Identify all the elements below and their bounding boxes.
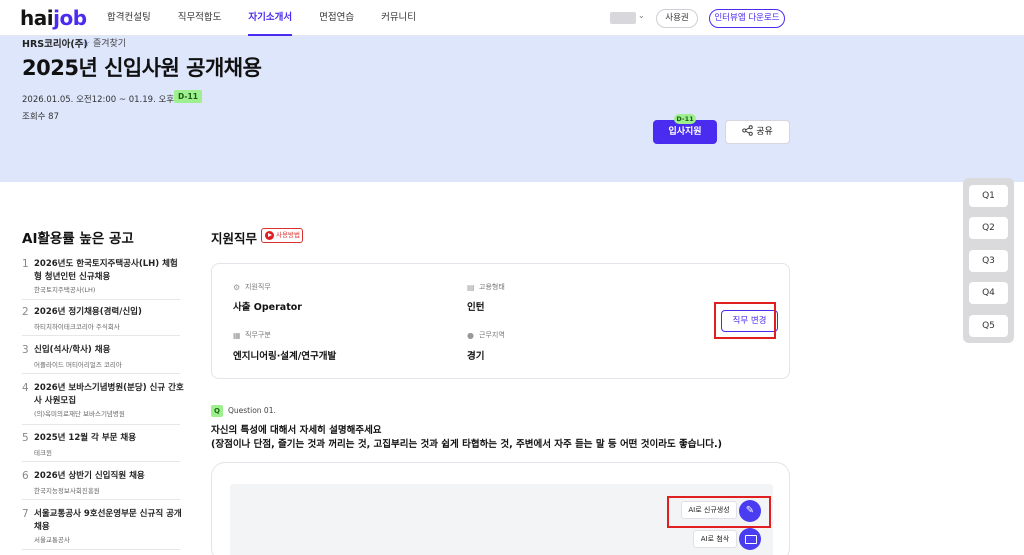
- question-badge: Q: [211, 405, 223, 417]
- list-item-company: 어플라이드 머티어리얼즈 코리아: [34, 361, 122, 369]
- list-item[interactable]: 2 2026년 정기채용(경력/신입) 하티치하이테크코리아 주식회사: [22, 306, 180, 336]
- list-item-number: 5: [22, 432, 29, 444]
- logo-text-accent: job: [53, 6, 87, 30]
- list-item-number: 1: [22, 258, 29, 270]
- list-item[interactable]: 7 서울교통공사 9호선운영부문 신규직 공개채용 서울교통공사: [22, 508, 182, 550]
- highlight-box-change-job: [714, 302, 776, 339]
- dday-badge: D-11: [174, 90, 202, 103]
- main-nav: 합격컨설팅 직무적합도 자기소개서 면접연습 커뮤니티: [107, 0, 443, 36]
- job-posting-hero: HRS코리아(주) ☆ 즐겨찾기 2025년 신입사원 공개채용 2026.01…: [0, 36, 1024, 182]
- employment-type-value: 인턴: [467, 302, 485, 313]
- share-button[interactable]: 공유: [725, 120, 790, 144]
- page-title: 2025년 신입사원 공개채용: [22, 56, 262, 80]
- list-item[interactable]: 3 신입(석사/학사) 채용 어플라이드 머티어리얼즈 코리아: [22, 344, 180, 374]
- company-name[interactable]: HRS코리아(주): [22, 36, 88, 50]
- nav-item-job-fit[interactable]: 직무적합도: [178, 0, 222, 36]
- list-item-number: 3: [22, 344, 29, 356]
- how-to-use-label: 사용방법: [276, 231, 300, 239]
- list-item-title: 서울교통공사 9호선운영부문 신규직 공개채용: [34, 509, 182, 532]
- question-line-2: (장점이나 단점, 즐기는 것과 꺼리는 것, 고집부리는 것과 쉽게 타협하는…: [211, 439, 722, 450]
- list-item-title: 2026년도 한국토지주택공사(LH) 체험형 청년인턴 신규채용: [34, 259, 178, 282]
- list-item[interactable]: 6 2026년 상반기 신입직원 채용 한국지능정보사회진흥원: [22, 470, 180, 500]
- nav-item-interview[interactable]: 면접연습: [319, 0, 354, 36]
- location-value: 경기: [467, 351, 485, 362]
- list-item-title: 신입(석사/학사) 채용: [34, 345, 111, 355]
- question-number: Question 01.: [228, 406, 276, 415]
- review-icon[interactable]: [739, 528, 761, 550]
- question-nav-q3[interactable]: Q3: [969, 250, 1008, 272]
- top-navigation-bar: haijob 합격컨설팅 직무적합도 자기소개서 면접연습 커뮤니티 ⌄ 사용권…: [0, 0, 1024, 36]
- employment-type-label: ▤ 고용형태: [467, 283, 505, 292]
- view-count: 조회수 87: [22, 112, 59, 122]
- question-line-1: 자신의 특성에 대해서 자세히 설명해주세요: [211, 425, 382, 436]
- ticket-button[interactable]: 사용권: [656, 9, 698, 28]
- document-icon: ▤: [467, 283, 475, 292]
- list-item[interactable]: 1 2026년도 한국토지주택공사(LH) 체험형 청년인턴 신규채용 한국토지…: [22, 258, 180, 300]
- user-avatar[interactable]: [610, 12, 636, 24]
- list-item-title: 2026년 보바스기념병원(분당) 신규 간호사 사원모집: [34, 383, 184, 406]
- question-nav-q4[interactable]: Q4: [969, 282, 1008, 304]
- list-item-company: 테크윈: [34, 449, 52, 457]
- list-item-company: (의)옥미의료재단 보바스기념병원: [34, 410, 125, 418]
- job-category-label: ▦ 직무구분: [233, 331, 271, 340]
- location-label: ● 근무지역: [467, 331, 505, 340]
- how-to-use-button[interactable]: 사용방법: [261, 228, 303, 243]
- ai-review-label[interactable]: AI로 첨삭: [693, 530, 737, 548]
- list-item-company: 하티치하이테크코리아 주식회사: [34, 323, 120, 331]
- list-item-number: 6: [22, 470, 29, 482]
- question-text: 자신의 특성에 대해서 자세히 설명해주세요 (장점이나 단점, 즐기는 것과 …: [211, 424, 811, 452]
- list-item-company: 한국지능정보사회진흥원: [34, 487, 100, 495]
- application-period: 2026.01.05. 오전12:00 ~ 01.19. 오후11:59: [22, 95, 199, 105]
- chevron-down-icon[interactable]: ⌄: [638, 11, 645, 20]
- list-item-title: 2026년 상반기 신입직원 채용: [34, 471, 145, 481]
- list-item-number: 4: [22, 382, 29, 394]
- nav-item-consulting[interactable]: 합격컨설팅: [107, 0, 151, 36]
- favorite-label: 즐겨찾기: [92, 39, 127, 49]
- list-item-number: 2: [22, 306, 29, 318]
- list-item[interactable]: 5 2025년 12월 각 부문 채용 테크윈: [22, 432, 180, 462]
- list-item-title: 2025년 12월 각 부문 채용: [34, 433, 137, 443]
- section-title: 지원직무: [211, 231, 258, 246]
- highlight-box-ai-generate: [667, 496, 771, 528]
- list-item-title: 2026년 정기채용(경력/신입): [34, 307, 142, 317]
- list-item-company: 한국토지주택공사(LH): [34, 286, 96, 294]
- list-item[interactable]: 4 2026년 보바스기념병원(분당) 신규 간호사 사원모집 (의)옥미의료재…: [22, 382, 184, 425]
- job-role-value: 사출 Operator: [233, 302, 302, 313]
- app-download-button[interactable]: 인터뷰앱 다운로드: [709, 9, 785, 28]
- star-icon: ☆: [82, 39, 91, 49]
- list-item-company: 서울교통공사: [34, 536, 70, 544]
- nav-item-community[interactable]: 커뮤니티: [381, 0, 416, 36]
- location-pin-icon: ●: [467, 331, 474, 340]
- question-nav-q5[interactable]: Q5: [969, 315, 1008, 337]
- list-item-number: 7: [22, 508, 29, 520]
- logo-text-main: hai: [20, 6, 54, 30]
- share-icon: [742, 125, 753, 136]
- job-info-card: ⚙ 지원직무 사출 Operator ▤ 고용형태 인턴 ▦ 직무구분 엔지니어링·설…: [211, 263, 790, 379]
- share-label: 공유: [756, 127, 773, 137]
- building-icon: ▦: [233, 331, 241, 340]
- apply-dday-badge: D-11: [674, 114, 696, 124]
- question-nav-q1[interactable]: Q1: [969, 185, 1008, 207]
- gear-icon: ⚙: [233, 283, 241, 292]
- question-nav-q2[interactable]: Q2: [969, 217, 1008, 239]
- favorite-button[interactable]: ☆ 즐겨찾기: [82, 36, 126, 49]
- play-icon: [265, 231, 274, 240]
- question-quick-nav: Q1 Q2 Q3 Q4 Q5: [963, 178, 1014, 343]
- job-category-value: 엔지니어링·설계/연구개발: [233, 351, 337, 362]
- sidebar-title: AI활용률 높은 공고: [22, 231, 134, 247]
- job-role-label: ⚙ 지원직무: [233, 283, 271, 292]
- haijob-logo[interactable]: haijob: [20, 6, 87, 30]
- nav-item-cover-letter[interactable]: 자기소개서: [248, 0, 293, 36]
